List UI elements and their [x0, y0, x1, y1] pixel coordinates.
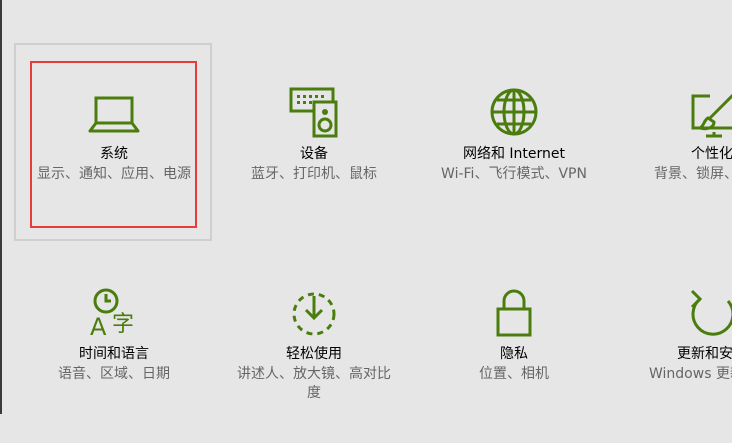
tile-time-language[interactable]: A 字 时间和语言 语音、区域、日期	[14, 243, 214, 443]
tile-title: 更新和安全	[677, 346, 732, 362]
ease-of-access-icon	[214, 288, 414, 348]
globe-icon	[414, 86, 614, 146]
tile-devices[interactable]: 设备 蓝牙、打印机、鼠标	[214, 43, 414, 243]
personalization-icon	[614, 88, 732, 148]
tile-system[interactable]: 系统 显示、通知、应用、电源	[14, 43, 214, 243]
tile-title: 设备	[300, 146, 328, 162]
tile-title: 系统	[100, 146, 128, 162]
devices-icon	[214, 86, 414, 146]
tile-title: 轻松使用	[286, 346, 342, 362]
svg-text:字: 字	[112, 312, 134, 337]
tile-title: 个性化	[691, 146, 732, 162]
tile-ease-of-access[interactable]: 轻松使用 讲述人、放大镜、高对比度	[214, 243, 414, 443]
tile-privacy[interactable]: 隐私 位置、相机	[414, 243, 614, 443]
tile-description: 位置、相机	[479, 366, 549, 382]
tile-description: 蓝牙、打印机、鼠标	[251, 166, 377, 182]
tile-personalization[interactable]: 个性化 背景、锁屏、颜色	[614, 43, 732, 243]
tile-description: 背景、锁屏、颜色	[654, 166, 732, 182]
update-icon	[614, 287, 732, 347]
tile-title: 网络和 Internet	[462, 146, 566, 162]
tile-description: 显示、通知、应用、电源	[37, 166, 191, 182]
tile-description: 语音、区域、日期	[58, 366, 170, 382]
tile-title: 隐私	[500, 346, 528, 362]
lock-icon	[414, 287, 614, 347]
time-language-icon: A 字	[14, 286, 214, 346]
tile-description: 讲述人、放大镜、高对比度	[237, 366, 391, 401]
tile-title: 时间和语言	[79, 346, 149, 362]
tile-description: Windows 更新、恢复、备份	[649, 366, 732, 382]
tile-update-security[interactable]: 更新和安全 Windows 更新、恢复、备份	[614, 243, 732, 443]
svg-text:A: A	[90, 313, 107, 338]
tile-network[interactable]: 网络和 Internet Wi-Fi、飞行模式、VPN	[414, 43, 614, 243]
window-left-edge	[0, 0, 2, 414]
tile-description: Wi-Fi、飞行模式、VPN	[441, 166, 587, 182]
